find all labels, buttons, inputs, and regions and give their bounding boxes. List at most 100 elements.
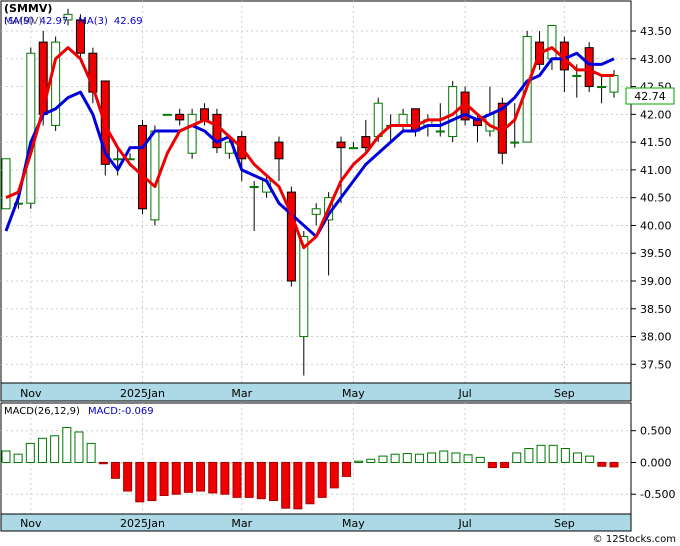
candle-body (336, 141, 346, 149)
price-x-tick-label: Nov (20, 387, 42, 400)
candle-body (137, 124, 147, 210)
macd-bar (463, 454, 473, 463)
price-y-tick-label: 38.00 (640, 331, 672, 344)
macd-x-tick-label: Jul (457, 517, 471, 530)
price-y-tick-label: 38.50 (640, 303, 672, 316)
macd-bar (414, 453, 424, 463)
macd-bar (37, 437, 47, 463)
macd-bar (609, 461, 619, 468)
candle (1, 158, 11, 210)
macd-bar (183, 461, 193, 493)
macd-bar (317, 461, 327, 498)
candle-body (361, 136, 371, 149)
macd-bar (25, 442, 35, 463)
price-y-tick-label: 41.50 (640, 136, 672, 149)
macd-bar (244, 461, 254, 498)
macd-title: MACD(26,12,9) (4, 406, 80, 417)
macd-bar (500, 461, 510, 469)
macd-bar (281, 461, 291, 509)
candle-body (410, 108, 420, 132)
macd-x-tick-label: May (342, 517, 365, 530)
candle-body (311, 208, 321, 215)
candle-body (113, 158, 123, 161)
macd-bar (293, 461, 303, 510)
macd-x-tick-label: Nov (20, 517, 42, 530)
macd-bar (560, 447, 570, 463)
macd-bar (548, 444, 558, 463)
macd-bar (573, 452, 583, 463)
price-y-tick-label: 40.00 (640, 219, 672, 232)
macd-bar (487, 461, 497, 469)
macd-bar (159, 461, 169, 496)
macd-bar (110, 461, 120, 479)
candle-body (435, 130, 445, 133)
candle-body (373, 102, 383, 138)
macd-bar (512, 452, 522, 463)
candle (286, 186, 296, 287)
macd-bar (329, 461, 339, 489)
price-y-tick-label: 43.00 (640, 53, 672, 66)
macd-y-tick-label: 0.000 (640, 456, 672, 469)
macd-x-tick-label: 2025Jan (120, 517, 165, 530)
price-y-tick-label: 40.50 (640, 192, 672, 205)
macd-x-tick-label: Sep (554, 517, 575, 530)
macd-bar (86, 442, 96, 463)
macd-bar (524, 447, 534, 463)
candle-body (299, 236, 309, 338)
candle-body (26, 52, 36, 204)
macd-bar (536, 444, 546, 463)
macd-bar (269, 461, 279, 502)
price-x-tick-label: Mar (231, 387, 252, 400)
macd-bar (74, 431, 84, 463)
price-y-tick-label: 37.50 (640, 358, 672, 371)
candle-body (547, 24, 557, 60)
candle-body (609, 74, 619, 93)
candle (162, 113, 172, 116)
price-x-tick-label: May (342, 387, 365, 400)
last-price-label: 42.74 (634, 90, 666, 103)
candle-body (200, 108, 210, 121)
price-x-axis-band (0, 382, 632, 402)
candle-body (274, 141, 284, 160)
candle (51, 36, 61, 131)
macd-bar (147, 461, 157, 502)
candle-body (398, 113, 408, 126)
macd-bar (305, 461, 315, 505)
candle (26, 47, 36, 209)
macd-bar (451, 452, 461, 463)
candle-body (1, 158, 11, 210)
macd-bar (171, 461, 181, 495)
macd-bar (123, 461, 133, 492)
macd-bar (62, 427, 72, 463)
macd-bar (50, 435, 60, 463)
macd-value-label: MACD:-0.069 (88, 406, 154, 417)
macd-bar (13, 453, 23, 463)
candle-body (584, 47, 594, 88)
macd-bar (390, 453, 400, 463)
macd-x-axis-band (0, 513, 632, 532)
macd-bar (597, 461, 607, 467)
macd-bar (475, 456, 485, 463)
macd-bar (354, 460, 364, 463)
price-y-tick-label: 39.00 (640, 275, 672, 288)
macd-bar (402, 453, 412, 463)
price-y-tick-label: 42.00 (640, 108, 672, 121)
macd-bar (232, 461, 242, 498)
macd-bar (366, 458, 376, 463)
footer-credit: © 12Stocks.com (593, 534, 676, 545)
candle-body (249, 186, 259, 189)
macd-y-tick-label: 0.500 (640, 425, 672, 438)
candle (584, 42, 594, 93)
macd-bar (341, 461, 351, 477)
macd-bar (378, 455, 388, 463)
macd-bar (196, 461, 206, 492)
stock-chart: 43.5043.0042.5042.0041.5041.0040.5040.00… (0, 0, 680, 546)
macd-bar (1, 450, 11, 463)
candle-body (187, 113, 197, 154)
candle-body (175, 113, 185, 121)
macd-y-tick-label: -0.500 (640, 488, 675, 501)
candle-body (597, 86, 607, 89)
price-x-tick-label: 2025Jan (120, 387, 165, 400)
candle (212, 108, 222, 154)
chart-title: (SMMV) (4, 2, 52, 15)
